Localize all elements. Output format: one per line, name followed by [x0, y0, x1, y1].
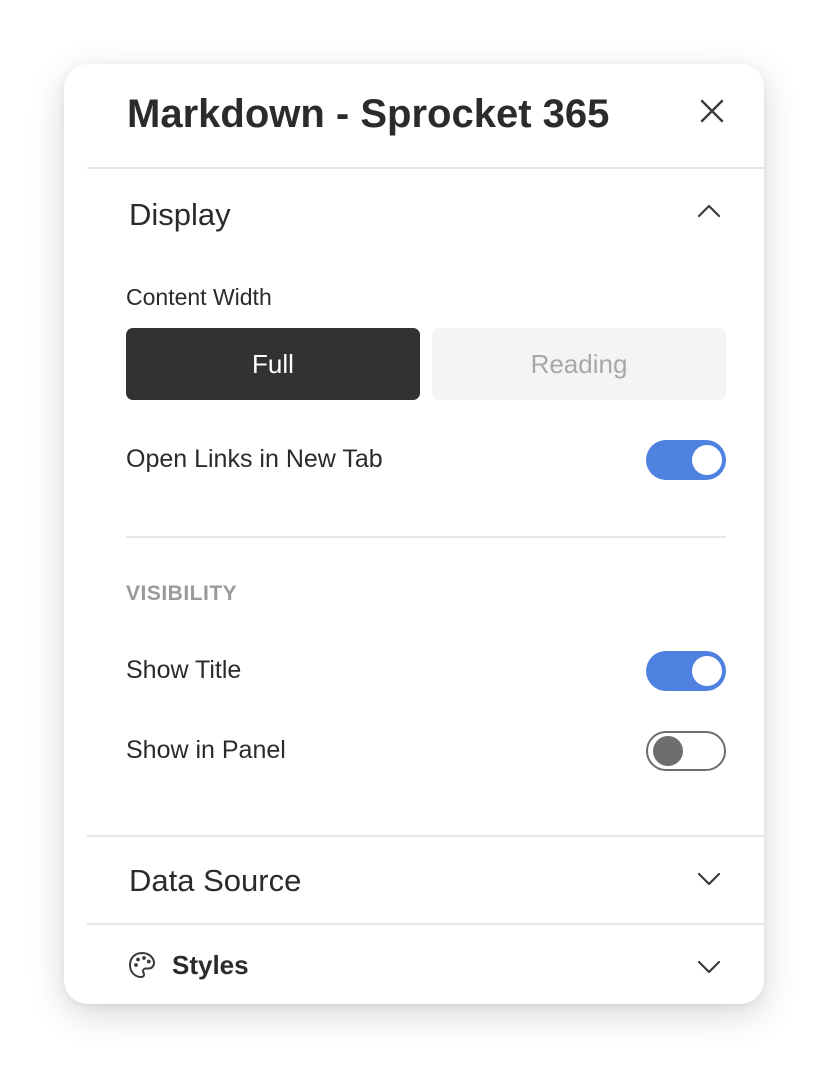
- styles-section-label: Styles: [172, 950, 249, 980]
- close-button[interactable]: [693, 92, 731, 130]
- panel-header: Markdown - Sprocket 365: [87, 64, 764, 169]
- chevron-down-icon: [697, 960, 721, 974]
- show-in-panel-label: Show in Panel: [126, 736, 286, 764]
- close-icon: [700, 99, 724, 123]
- content-width-label: Content Width: [126, 284, 272, 310]
- data-source-section-header[interactable]: Data Source: [87, 837, 764, 923]
- content-width-reading-button[interactable]: Reading: [432, 328, 726, 400]
- show-in-panel-toggle[interactable]: [646, 731, 726, 771]
- markdown-settings-panel: Markdown - Sprocket 365 Display Content …: [64, 64, 764, 1004]
- styles-section-header[interactable]: Styles: [87, 925, 764, 1004]
- toggle-knob: [653, 736, 683, 766]
- data-source-section-label: Data Source: [129, 863, 302, 898]
- open-links-toggle[interactable]: [646, 440, 726, 480]
- section-divider: [126, 536, 726, 538]
- display-section-header[interactable]: Display: [87, 171, 764, 251]
- show-title-toggle[interactable]: [646, 651, 726, 691]
- chevron-up-icon: [697, 204, 721, 218]
- show-title-label: Show Title: [126, 656, 242, 684]
- visibility-caption: VISIBILITY: [126, 582, 238, 605]
- toggle-knob: [692, 445, 722, 475]
- content-width-full-button[interactable]: Full: [126, 328, 420, 400]
- palette-icon: [129, 952, 155, 978]
- display-section-label: Display: [129, 197, 231, 232]
- panel-title: Markdown - Sprocket 365: [127, 92, 610, 136]
- toggle-knob: [692, 656, 722, 686]
- chevron-down-icon: [697, 872, 721, 886]
- open-links-label: Open Links in New Tab: [126, 445, 383, 473]
